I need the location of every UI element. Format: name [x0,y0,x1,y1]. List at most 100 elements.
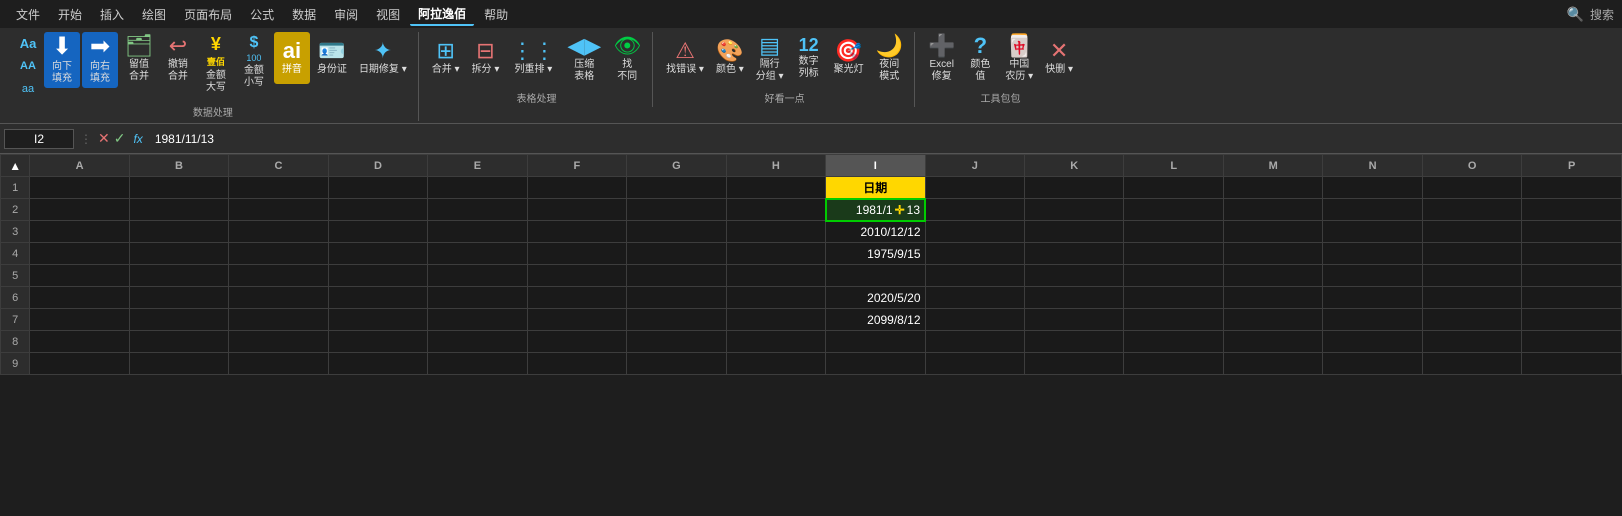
cell-N3[interactable] [1323,221,1422,243]
cell-M8[interactable] [1223,331,1322,353]
cell-F1[interactable] [527,177,626,199]
cell-G2[interactable] [627,199,726,221]
cell-M2[interactable] [1223,199,1322,221]
btn-date-fix[interactable]: ✦ 日期修复 ▾ [354,32,412,84]
cell-B1[interactable] [129,177,228,199]
cell-G3[interactable] [627,221,726,243]
col-header-N[interactable]: N [1323,155,1422,177]
cell-I8[interactable] [826,331,925,353]
btn-spotlight[interactable]: 🎯 聚光灯 [829,32,869,84]
btn-cn-calendar[interactable]: 🀄 中国农历 ▾ [1000,32,1038,86]
cell-B7[interactable] [129,309,228,331]
col-header-H[interactable]: H [726,155,825,177]
cell-K4[interactable] [1025,243,1124,265]
cell-M1[interactable] [1223,177,1322,199]
cell-E1[interactable] [428,177,527,199]
cell-E8[interactable] [428,331,527,353]
cell-I5[interactable] [826,265,925,287]
cell-K3[interactable] [1025,221,1124,243]
cell-L1[interactable] [1124,177,1223,199]
btn-font-aa-upper[interactable]: Aa [14,32,42,54]
cell-C2[interactable] [229,199,328,221]
cell-J5[interactable] [925,265,1024,287]
menu-view[interactable]: 视图 [368,4,408,25]
cell-F5[interactable] [527,265,626,287]
btn-pinyin[interactable]: ai 拼音 [274,32,310,84]
btn-fill-right[interactable]: ➡ 向右填充 [82,32,118,88]
menu-start[interactable]: 开始 [50,4,90,25]
col-header-B[interactable]: B [129,155,228,177]
cell-O9[interactable] [1422,353,1521,375]
cell-D2[interactable] [328,199,427,221]
cell-F9[interactable] [527,353,626,375]
cell-E6[interactable] [428,287,527,309]
menu-draw[interactable]: 绘图 [134,4,174,25]
cell-D8[interactable] [328,331,427,353]
btn-merge[interactable]: ⊞ 合并 ▾ [427,32,465,84]
cell-K6[interactable] [1025,287,1124,309]
cell-A7[interactable] [30,309,129,331]
cell-I4[interactable]: 1975/9/15 [826,243,925,265]
formula-input[interactable]: 1981/11/13 [151,130,1618,148]
cell-M4[interactable] [1223,243,1322,265]
cell-H6[interactable] [726,287,825,309]
cell-E2[interactable] [428,199,527,221]
cell-J2[interactable] [925,199,1024,221]
btn-split[interactable]: ⊟ 拆分 ▾ [467,32,505,84]
cell-C3[interactable] [229,221,328,243]
cell-H7[interactable] [726,309,825,331]
cell-P4[interactable] [1522,243,1622,265]
menu-review[interactable]: 审阅 [326,4,366,25]
cell-L7[interactable] [1124,309,1223,331]
cell-J9[interactable] [925,353,1024,375]
cell-B5[interactable] [129,265,228,287]
cell-I7[interactable]: 2099/8/12 [826,309,925,331]
cell-N5[interactable] [1323,265,1422,287]
col-header-I[interactable]: I [826,155,925,177]
cell-O6[interactable] [1422,287,1521,309]
cell-B8[interactable] [129,331,228,353]
cell-B3[interactable] [129,221,228,243]
cell-C1[interactable] [229,177,328,199]
cell-F4[interactable] [527,243,626,265]
cell-G9[interactable] [627,353,726,375]
cell-M7[interactable] [1223,309,1322,331]
cell-B2[interactable] [129,199,228,221]
btn-font-aa-lower[interactable]: aa [14,78,42,100]
btn-retain-merge[interactable]: 🗂 留值合并 [120,32,158,86]
cell-L8[interactable] [1124,331,1223,353]
col-header-E[interactable]: E [428,155,527,177]
cell-A2[interactable] [30,199,129,221]
cell-F2[interactable] [527,199,626,221]
cell-I1[interactable]: 日期 [826,177,925,199]
cell-G7[interactable] [627,309,726,331]
cell-I6[interactable]: 2020/5/20 [826,287,925,309]
cell-H5[interactable] [726,265,825,287]
cell-J8[interactable] [925,331,1024,353]
cell-D6[interactable] [328,287,427,309]
cell-A4[interactable] [30,243,129,265]
cell-A6[interactable] [30,287,129,309]
cell-A3[interactable] [30,221,129,243]
btn-find-error[interactable]: ⚠ 找错误 ▾ [661,32,709,84]
cell-O8[interactable] [1422,331,1521,353]
cell-C8[interactable] [229,331,328,353]
cell-B4[interactable] [129,243,228,265]
btn-id-card[interactable]: 🪪 身份证 [312,32,352,84]
cell-C4[interactable] [229,243,328,265]
btn-find-diff[interactable]: 👁 找不同 [608,32,646,86]
cell-O7[interactable] [1422,309,1521,331]
cell-J7[interactable] [925,309,1024,331]
cell-F7[interactable] [527,309,626,331]
col-header-C[interactable]: C [229,155,328,177]
formula-cancel-icon[interactable]: ✕ [98,130,110,147]
menu-layout[interactable]: 页面布局 [176,4,240,25]
cell-H3[interactable] [726,221,825,243]
cell-C7[interactable] [229,309,328,331]
btn-undo-merge[interactable]: ↩ 撤销合并 [160,32,196,86]
cell-K5[interactable] [1025,265,1124,287]
cell-L5[interactable] [1124,265,1223,287]
cell-A9[interactable] [30,353,129,375]
cell-M5[interactable] [1223,265,1322,287]
cell-P1[interactable] [1522,177,1622,199]
